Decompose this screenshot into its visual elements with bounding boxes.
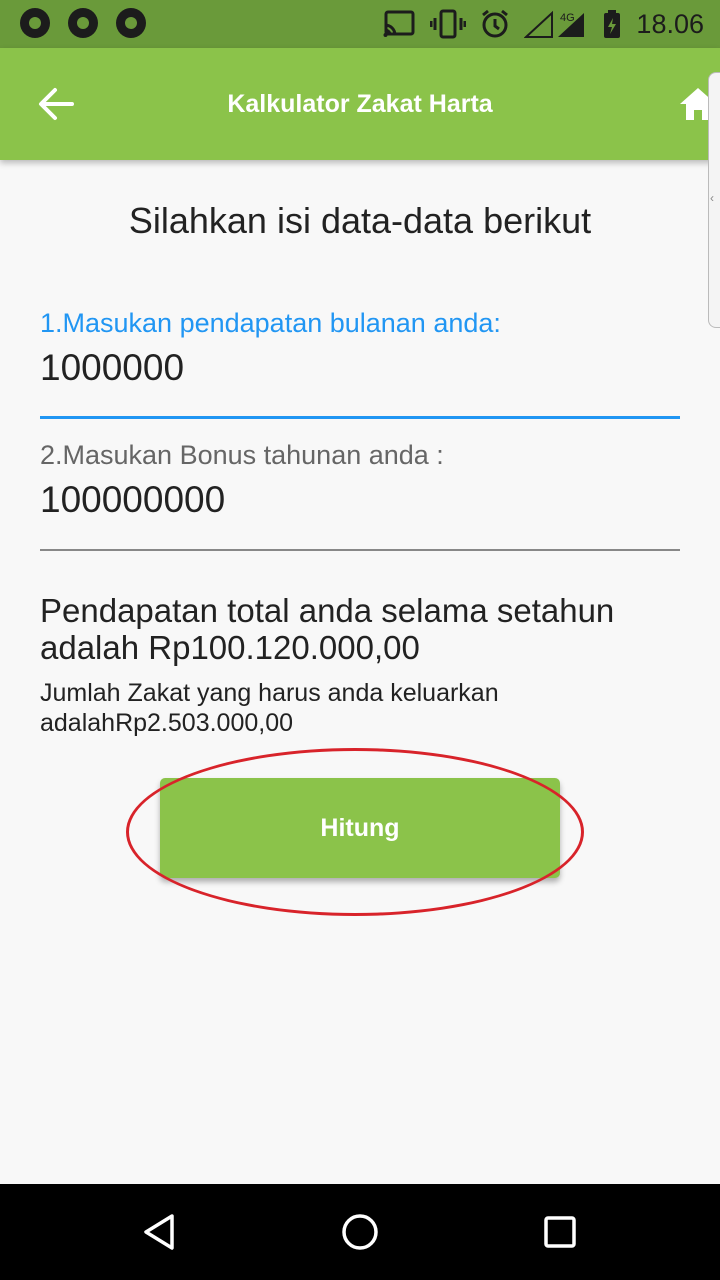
recents-square-icon[interactable]: [540, 1212, 580, 1252]
home-circle-icon[interactable]: [340, 1212, 380, 1252]
cast-icon: [383, 10, 415, 37]
focus-underline: [40, 416, 680, 419]
signal-icon: 4G: [524, 10, 585, 38]
status-bar: 4G 18.06: [0, 0, 720, 48]
vibrate-icon: [430, 9, 467, 39]
form-heading: Silahkan isi data-data berikut: [128, 200, 592, 241]
monthly-income-input[interactable]: 1000000: [40, 347, 680, 389]
annual-bonus-field[interactable]: 2.Masukan Bonus tahunan anda : 100000000: [40, 440, 680, 551]
clock-time: 18.06: [636, 9, 704, 39]
field-underline: [40, 549, 680, 551]
annual-bonus-label: 2.Masukan Bonus tahunan anda :: [40, 440, 444, 470]
navigation-bar: [0, 1184, 720, 1280]
battery-charging-icon: [604, 10, 621, 38]
aperture-icon: [68, 8, 98, 38]
monthly-income-field[interactable]: 1.Masukan pendapatan bulanan anda: 10000…: [40, 308, 680, 419]
monthly-income-label: 1.Masukan pendapatan bulanan anda:: [40, 308, 501, 338]
aperture-icon: [116, 8, 146, 38]
annual-bonus-input[interactable]: 100000000: [40, 479, 680, 521]
app-title: Kalkulator Zakat Harta: [227, 90, 493, 118]
back-triangle-icon[interactable]: [140, 1212, 180, 1252]
network-type-label: 4G: [560, 12, 575, 24]
aperture-icon: [20, 8, 50, 38]
zakat-amount-text: Jumlah Zakat yang harus anda keluarkan a…: [40, 679, 499, 737]
alarm-icon: [482, 9, 509, 38]
back-arrow-icon[interactable]: [36, 84, 76, 124]
app-bar: Kalkulator Zakat Harta: [0, 48, 720, 160]
annotation-circle: [126, 748, 584, 916]
total-income-text: Pendapatan total anda selama setahun ada…: [40, 592, 615, 666]
